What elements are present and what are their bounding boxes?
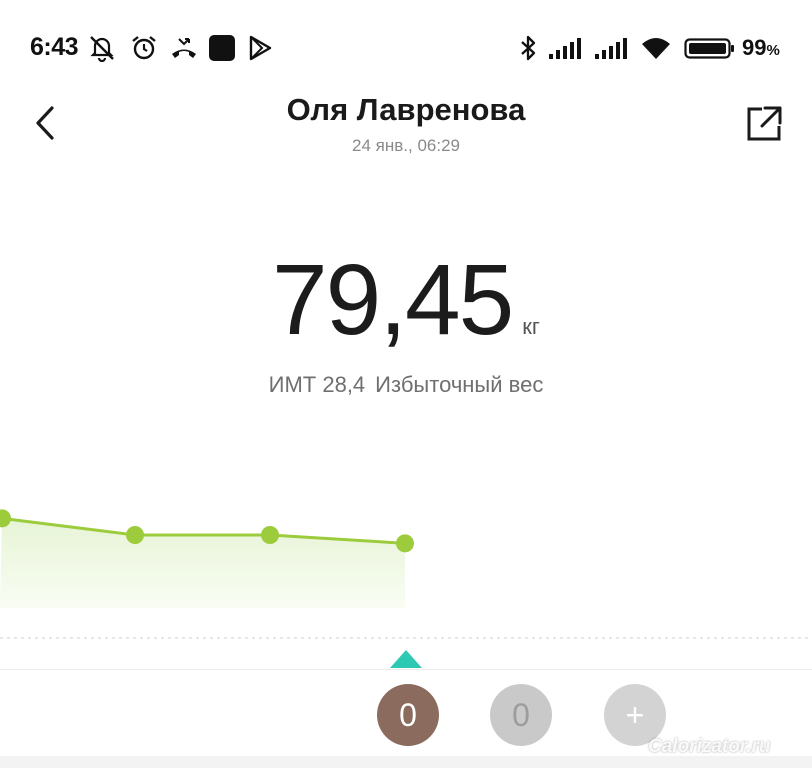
signal-icon bbox=[549, 38, 581, 59]
app-icon bbox=[209, 35, 235, 61]
battery-percent-value: 99 bbox=[742, 35, 767, 60]
battery-icon bbox=[684, 38, 734, 59]
weight-display: 79,45 кг bbox=[0, 250, 812, 350]
missed-call-icon bbox=[172, 38, 196, 58]
weight-value: 79,45 bbox=[272, 244, 514, 356]
chart-point[interactable] bbox=[126, 526, 144, 544]
share-icon bbox=[747, 106, 782, 141]
user-avatar-selected[interactable]: 0 bbox=[377, 684, 439, 746]
chart-area bbox=[0, 518, 405, 608]
bluetooth-icon bbox=[521, 35, 536, 61]
wifi-icon bbox=[642, 38, 670, 59]
bmi-summary: ИМТ 28,4 Избыточный вес bbox=[0, 372, 812, 398]
user-avatar[interactable]: 0 bbox=[490, 684, 552, 746]
user-avatar-label: 0 bbox=[512, 696, 530, 733]
weight-unit: кг bbox=[522, 314, 540, 339]
watermark: Calorizator.ru bbox=[648, 736, 771, 757]
measurement-timestamp: 24 янв., 06:29 bbox=[352, 136, 460, 155]
share-button[interactable] bbox=[740, 100, 788, 148]
alarm-icon bbox=[132, 36, 156, 60]
signal-icon bbox=[595, 38, 627, 59]
divider bbox=[0, 669, 812, 670]
page-title: Оля Лавренова bbox=[286, 92, 526, 127]
play-icon bbox=[249, 35, 272, 61]
plus-icon: + bbox=[625, 696, 645, 733]
battery-percent-sign: % bbox=[766, 42, 780, 59]
user-avatar-label: 0 bbox=[399, 696, 417, 733]
notifications-off-icon bbox=[90, 36, 114, 62]
status-bar: 6:43 99% bbox=[0, 0, 812, 96]
bmi-value: ИМТ 28,4 bbox=[268, 372, 366, 397]
weight-trend-chart bbox=[0, 509, 812, 639]
battery-percent: 99% bbox=[742, 35, 780, 61]
selected-user-indicator bbox=[390, 650, 422, 668]
chart-point[interactable] bbox=[261, 526, 279, 544]
status-time: 6:43 bbox=[30, 33, 79, 61]
bmi-status: Избыточный вес bbox=[375, 372, 544, 397]
chart-point[interactable] bbox=[396, 534, 414, 553]
